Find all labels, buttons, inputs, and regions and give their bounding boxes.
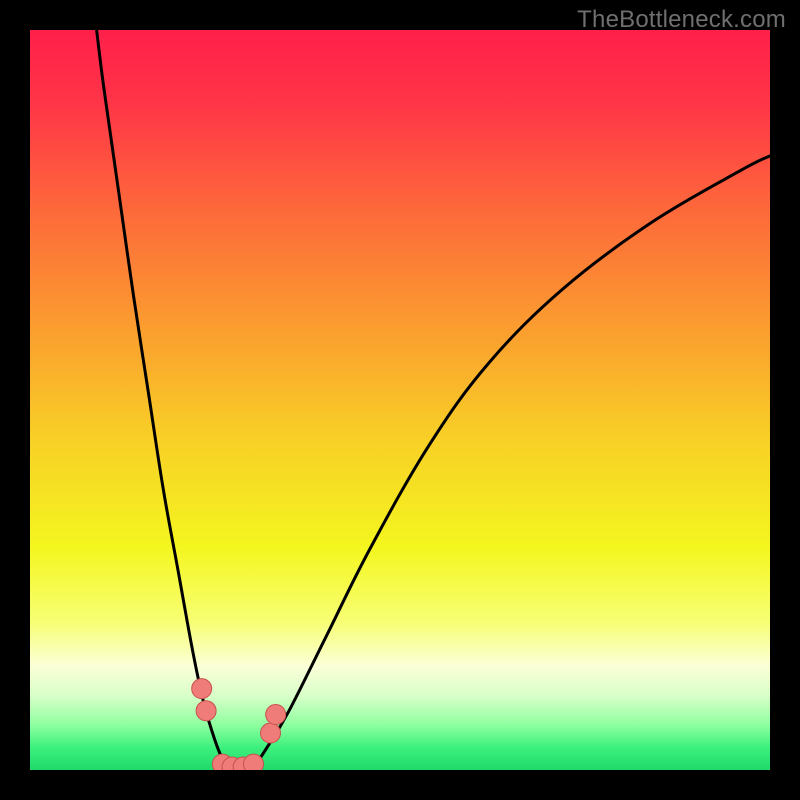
marker-left-a (192, 679, 212, 699)
chart-svg (30, 30, 770, 770)
marker-right-a (261, 723, 281, 743)
watermark-text: TheBottleneck.com (577, 6, 786, 34)
marker-left-b (196, 701, 216, 721)
gradient-background (30, 30, 770, 770)
marker-right-b (266, 705, 286, 725)
chart-frame: TheBottleneck.com (0, 0, 800, 800)
marker-bottom-d (243, 754, 263, 770)
chart-plot-area (30, 30, 770, 770)
